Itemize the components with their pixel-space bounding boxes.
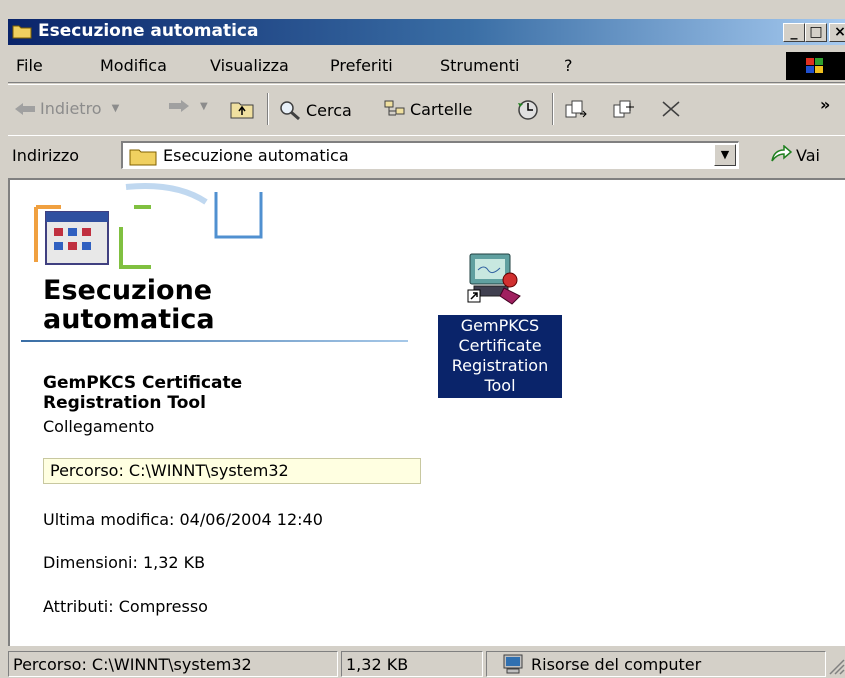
menu-help[interactable]: ? [564,56,573,75]
forward-arrow-icon [169,100,189,112]
back-button[interactable]: Indietro ▼ [14,99,119,118]
search-icon [280,101,300,121]
status-path-text: Percorso: C:\WINNT\system32 [13,654,252,674]
folders-label: Cartelle [410,99,473,119]
shortcut-file-label[interactable]: GemPKCS Certificate Registration Tool [438,315,562,398]
minimize-button[interactable]: _ [783,23,805,42]
forward-button[interactable]: ▼ [168,99,208,113]
address-label: Indirizzo [12,146,80,165]
search-button[interactable]: Cerca [278,99,352,121]
search-label: Cerca [306,100,352,120]
item-name-line: Registration Tool [43,393,206,413]
file-label-line: Certificate [458,336,542,355]
minimize-icon: _ [790,24,798,40]
close-button[interactable]: × [829,23,845,42]
shortcut-file-item[interactable] [466,250,526,308]
folders-button[interactable]: Cartelle [384,99,472,119]
move-to-icon [565,100,587,118]
certificate-tool-icon [467,253,521,305]
maximize-icon: □ [809,24,823,40]
status-zone-text: Risorse del computer [531,654,702,674]
maximize-button[interactable]: □ [805,23,827,42]
menu-visualizza[interactable]: Visualizza [210,56,289,75]
status-size-text: 1,32 KB [346,654,409,674]
item-attributes: Attributi: Compresso [43,597,208,616]
address-bar: Indirizzo Esecuzione automatica ▼ Vai [8,135,845,176]
selected-item-type: Collegamento [43,417,155,436]
folder-view: Esecuzione automatica GemPKCS Certificat… [8,178,845,646]
status-size: 1,32 KB [341,651,483,677]
toolbar-overflow-button[interactable]: » [820,95,830,114]
copy-to-icon [613,100,634,118]
folder-banner-graphic [34,183,263,269]
move-to-button[interactable] [564,99,588,119]
up-folder-icon [230,102,254,119]
status-path: Percorso: C:\WINNT\system32 [8,651,338,677]
toolbar-separator [552,93,554,125]
address-value: Esecuzione automatica [163,146,349,165]
status-zone: Risorse del computer [486,651,826,677]
title-bar[interactable]: Esecuzione automatica _ □ × [8,19,845,45]
item-path: Percorso: C:\WINNT\system32 [43,458,421,484]
folder-icon [12,25,32,39]
menu-bar: File Modifica Visualizza Preferiti Strum… [8,50,845,83]
explorer-window: Esecuzione automatica _ □ × File Modific… [0,0,845,678]
chevron-down-icon: ▼ [720,148,730,161]
up-folder-button[interactable] [230,99,254,119]
item-size: Dimensioni: 1,32 KB [43,553,206,572]
go-button[interactable]: Vai [770,145,820,165]
resize-grip-icon[interactable] [828,658,845,676]
folder-title-line: Esecuzione [43,275,213,306]
toolbar-separator [267,93,269,125]
file-label-line: Registration [451,356,549,375]
history-icon [518,100,538,120]
folders-icon [384,100,405,116]
delete-icon [662,101,680,117]
standard-toolbar: Indietro ▼ ▼ Cerca Cartelle » [8,84,845,136]
menu-preferiti[interactable]: Preferiti [330,56,393,75]
dropdown-arrow-icon: ▼ [111,103,120,114]
go-arrow-icon [771,145,792,162]
menu-strumenti[interactable]: Strumenti [440,56,519,75]
history-button[interactable] [516,99,540,121]
selected-item-name: GemPKCS Certificate Registration Tool [43,373,242,413]
my-computer-icon [503,654,523,674]
windows-flag-icon [806,58,823,73]
menu-file[interactable]: File [16,56,43,75]
address-input[interactable]: Esecuzione automatica ▼ [121,141,739,169]
delete-button[interactable] [660,99,682,119]
file-label-line: GemPKCS [460,316,540,335]
address-dropdown-button[interactable]: ▼ [714,144,736,166]
item-modified: Ultima modifica: 04/06/2004 12:40 [43,510,323,529]
folder-title: Esecuzione automatica [43,276,215,334]
file-label-line: Tool [484,376,516,395]
window-title: Esecuzione automatica [38,21,259,41]
status-bar: Percorso: C:\WINNT\system32 1,32 KB Riso… [8,648,845,678]
back-label: Indietro [40,99,102,118]
folder-icon [129,149,157,166]
copy-to-button[interactable] [612,99,636,119]
folder-title-line: automatica [43,304,215,335]
menu-modifica[interactable]: Modifica [100,56,167,75]
title-divider [21,340,408,342]
item-name-line: GemPKCS Certificate [43,373,243,393]
chevron-right-icon: » [820,95,831,114]
close-icon: × [834,24,845,40]
dropdown-arrow-icon: ▼ [200,100,208,112]
windows-logo [786,52,845,80]
go-label: Vai [796,145,820,165]
back-arrow-icon [15,102,35,115]
